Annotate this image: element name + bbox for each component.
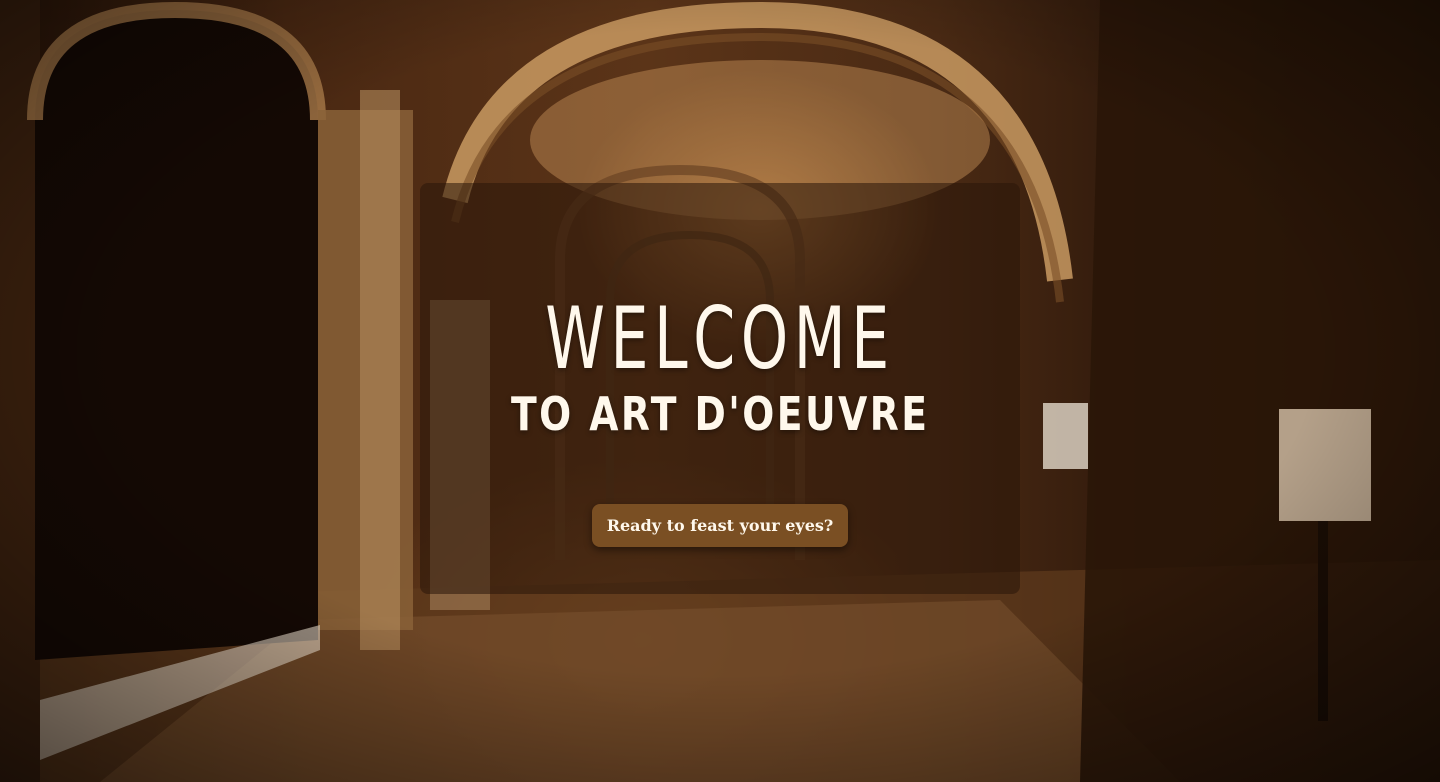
hero-subtitle: TO ART D'OEUVRE: [510, 387, 930, 441]
hero-title: WELCOME: [545, 289, 895, 389]
hero-overlay-card: WELCOME TO ART D'OEUVRE Ready to feast y…: [420, 183, 1020, 594]
cta-button[interactable]: Ready to feast your eyes?: [591, 504, 849, 547]
